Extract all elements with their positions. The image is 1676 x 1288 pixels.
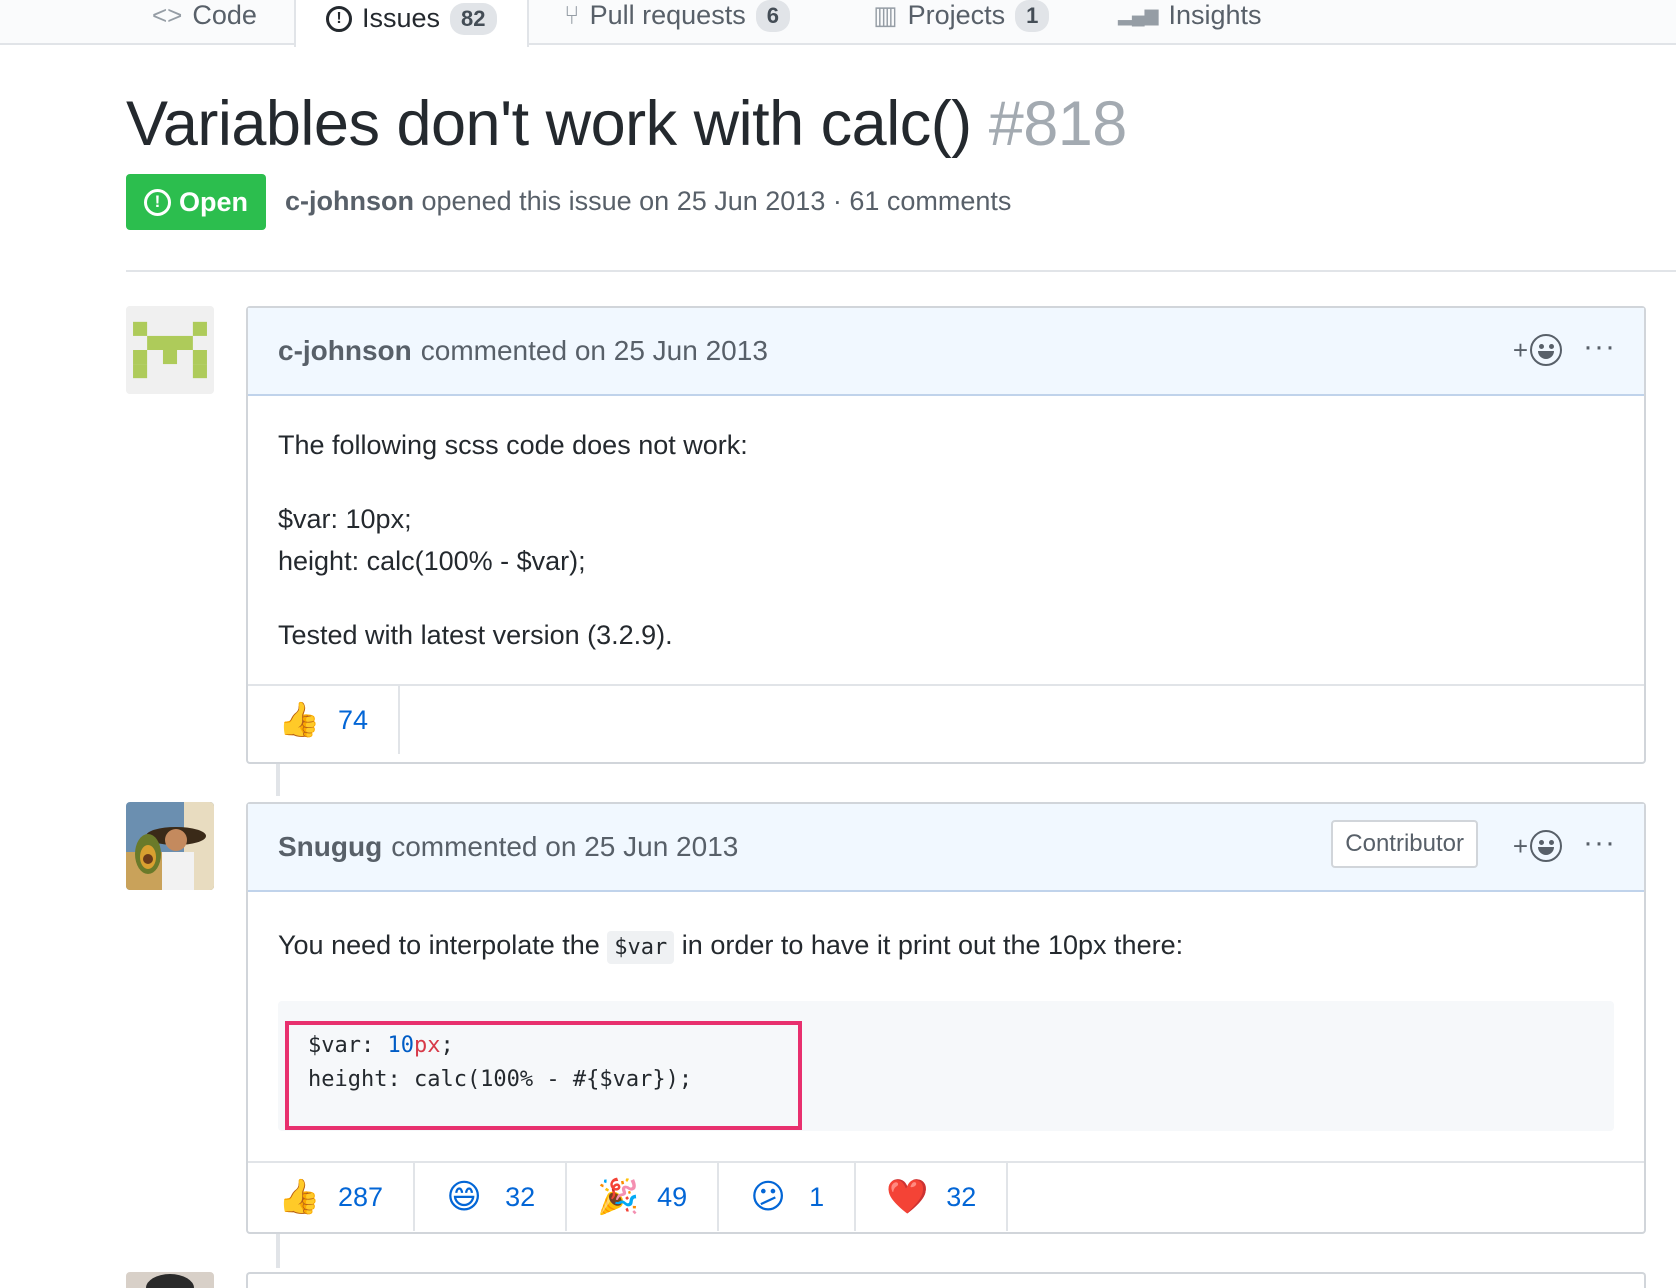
comment-paragraph: The following scss code does not work: [278,430,748,460]
tab-label: Code [192,0,257,30]
reactions-bar: 👍 74 [248,684,1644,754]
reactions-bar: 👍 287 😄 32 🎉 49 😕 1 ❤️ 32 [248,1161,1644,1231]
reaction-thumbs-up[interactable]: 👍 287 [248,1163,416,1231]
comment-line: $var: 10px; [278,504,412,534]
comment-paragraph: You need to interpolate the $var in orde… [278,924,1614,969]
issue-author-link[interactable]: c-johnson [285,186,414,216]
tab-issues[interactable]: ! Issues 82 [294,0,529,47]
state-label: Open [178,186,248,217]
issue-title: Variables don't work with calc() #818 [126,88,1127,160]
add-reaction-button[interactable]: + [1513,334,1562,366]
contributor-badge: Contributor [1331,820,1478,868]
heart-icon: ❤️ [886,1178,929,1216]
comment-line: height: calc(100% - $var); [278,546,586,576]
comment-options-button[interactable]: ··· [1583,330,1616,364]
pull-request-icon: ⑂ [564,0,580,30]
reaction-laugh[interactable]: 😄 32 [415,1163,568,1231]
comment-text: You need to interpolate the [278,930,600,960]
tab-count: 6 [755,0,790,32]
reaction-count: 1 [809,1181,825,1212]
comment-author-link[interactable]: Snugug [278,831,382,863]
thumbs-up-icon: 👍 [278,701,321,739]
add-reaction-button[interactable]: + [1513,830,1562,862]
comment-timestamp[interactable]: commented on 25 Jun 2013 [421,335,768,367]
highlight-annotation-box [285,1021,802,1130]
reaction-heart[interactable]: ❤️ 32 [856,1163,1009,1231]
reaction-count: 49 [657,1181,688,1212]
comment-paragraph: $var: 10px; height: calc(100% - $var); [278,498,1614,582]
reaction-count: 32 [505,1181,536,1212]
reaction-count: 32 [946,1181,977,1212]
plus-icon: + [1512,830,1528,861]
tab-label: Issues [362,3,441,33]
smiley-icon [1530,334,1562,366]
avatar-c-johnson[interactable] [126,306,214,394]
tab-code[interactable]: <> Code [152,0,257,45]
tab-label: Pull requests [589,0,746,30]
code-block: $var: 10px; height: calc(100% - #{$var})… [278,1001,1614,1131]
timeline-connector [276,1234,280,1268]
reaction-hooray[interactable]: 🎉 49 [567,1163,720,1231]
header-divider [126,270,1676,272]
issue-title-text: Variables don't work with calc() [126,89,972,159]
tab-count: 82 [450,2,497,35]
tab-label: Insights [1168,0,1262,30]
tab-projects[interactable]: ▥ Projects 1 [873,0,1050,45]
comment-body: The following scss code does not work: $… [248,396,1644,656]
code-icon: <> [152,0,183,30]
issue-icon: ! [326,5,352,32]
comment-3 [246,1272,1646,1288]
issue-meta: c-johnson opened this issue on 25 Jun 20… [285,186,1011,217]
confused-icon: 😕 [750,1178,786,1216]
timeline-connector [276,764,280,796]
comment-1: c-johnson commented on 25 Jun 2013 + ···… [246,306,1646,764]
thumbs-up-icon: 👍 [278,1178,321,1216]
avatar-snugug[interactable] [126,802,214,890]
issue-open-icon: ! [143,188,171,216]
comment-paragraph: Tested with latest version (3.2.9). [278,620,673,650]
comment-header: c-johnson commented on 25 Jun 2013 + ··· [248,308,1644,396]
inline-code: $var [607,931,675,964]
tab-insights[interactable]: ▂▄▆ Insights [1118,0,1262,45]
state-badge: ! Open [126,174,266,230]
plus-icon: + [1512,334,1528,365]
comment-text: in order to have it print out the 10px t… [681,930,1184,960]
user-photo-avatar [126,802,214,890]
comment-2: Snugug commented on 25 Jun 2013 Contribu… [246,802,1646,1234]
tab-pull-requests[interactable]: ⑂ Pull requests 6 [564,0,790,45]
smiley-icon [1530,830,1562,862]
reaction-thumbs-up[interactable]: 👍 74 [248,686,401,754]
laugh-icon: 😄 [446,1178,482,1216]
avatar-next-commenter[interactable] [126,1272,214,1288]
tab-label: Projects [907,0,1006,30]
reaction-count: 287 [338,1181,384,1212]
comment-header: Snugug commented on 25 Jun 2013 Contribu… [248,804,1644,892]
reaction-count: 74 [338,704,369,735]
tab-count: 1 [1015,0,1050,32]
issue-meta-text: opened this issue on 25 Jun 2013 · 61 co… [421,186,1012,216]
comment-timestamp[interactable]: commented on 25 Jun 2013 [391,831,738,863]
reaction-confused[interactable]: 😕 1 [719,1163,857,1231]
user-photo-avatar [146,1274,194,1288]
repo-nav: <> Code ! Issues 82 ⑂ Pull requests 6 ▥ … [0,0,1676,47]
hooray-icon: 🎉 [597,1178,640,1216]
project-icon: ▥ [873,0,898,30]
comment-body: You need to interpolate the $var in orde… [248,892,1644,1131]
issue-number: #818 [988,89,1128,159]
comment-options-button[interactable]: ··· [1583,826,1616,860]
graph-icon: ▂▄▆ [1118,5,1159,25]
comment-author-link[interactable]: c-johnson [278,335,412,367]
identicon-avatar [126,306,214,394]
